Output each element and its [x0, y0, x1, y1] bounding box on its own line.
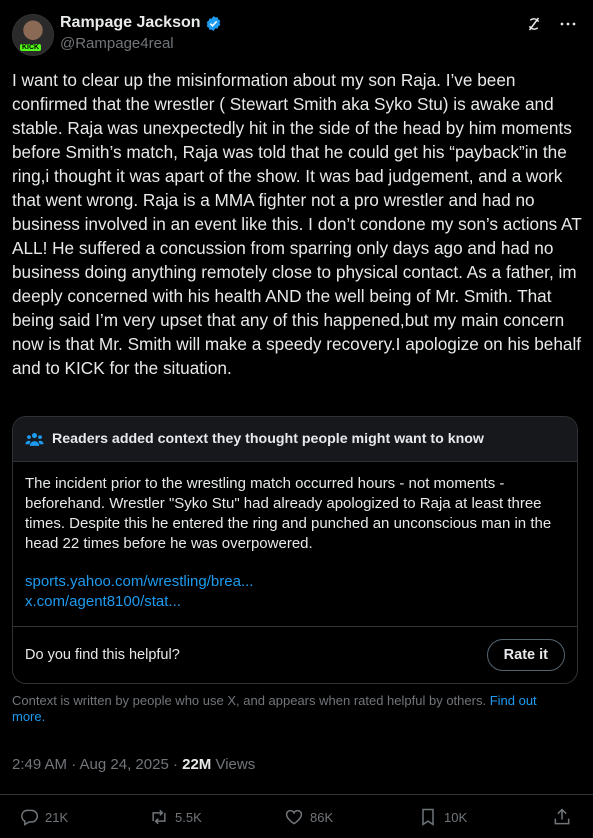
handle[interactable]: @Rampage4real — [60, 35, 174, 52]
grok-icon[interactable] — [525, 15, 543, 33]
header-icons — [525, 15, 577, 33]
community-note-text: The incident prior to the wrestling matc… — [25, 475, 552, 552]
community-note-footer: Do you find this helpful? Rate it — [13, 626, 577, 683]
community-note-links: sports.yahoo.com/wrestling/brea... x.com… — [25, 572, 565, 612]
source-link-x[interactable]: x.com/agent8100/stat... — [25, 592, 565, 612]
community-note-title: Readers added context they thought peopl… — [52, 431, 484, 447]
community-note-header: Readers added context they thought peopl… — [13, 417, 577, 462]
community-note-body: The incident prior to the wrestling matc… — [13, 462, 577, 612]
tweet-timestamp[interactable]: 2:49 AM · Aug 24, 2025 · — [12, 756, 182, 773]
views-label: Views — [211, 756, 256, 773]
tweet-header: KICK Rampage Jackson @Rampage4real — [12, 13, 581, 56]
helpful-question: Do you find this helpful? — [25, 647, 180, 663]
repost-count: 5.5K — [175, 809, 202, 825]
repost-button[interactable]: 5.5K — [149, 807, 202, 827]
like-count: 86K — [310, 809, 334, 825]
views-count: 22M — [182, 756, 212, 773]
name-row: Rampage Jackson — [60, 14, 222, 32]
share-button[interactable] — [552, 807, 572, 827]
disclaimer-text: Context is written by people who use X, … — [12, 693, 487, 708]
bookmark-button[interactable]: 10K — [418, 807, 467, 827]
reply-button[interactable]: 21K — [19, 807, 68, 827]
bookmark-count: 10K — [444, 809, 468, 825]
people-icon — [25, 432, 44, 446]
note-disclaimer: Context is written by people who use X, … — [12, 693, 572, 725]
repost-icon — [152, 809, 166, 825]
action-bar: 21K 5.5K 86K 10K — [0, 794, 593, 838]
heart-icon — [285, 809, 303, 825]
tweet-text: I want to clear up the misinformation ab… — [12, 70, 586, 378]
bookmark-icon — [422, 808, 434, 826]
community-note: Readers added context they thought peopl… — [12, 416, 578, 684]
like-button[interactable]: 86K — [284, 807, 333, 827]
rate-it-button[interactable]: Rate it — [486, 639, 565, 671]
tweet-meta: 2:49 AM · Aug 24, 2025 · 22M Views — [12, 756, 255, 773]
source-link-yahoo[interactable]: sports.yahoo.com/wrestling/brea... — [25, 572, 565, 592]
share-icon — [554, 808, 570, 825]
reply-count: 21K — [45, 809, 69, 825]
reply-icon — [21, 809, 39, 826]
avatar[interactable]: KICK — [12, 14, 54, 56]
avatar-badge: KICK — [20, 44, 42, 51]
display-name[interactable]: Rampage Jackson — [60, 14, 201, 32]
verified-badge-icon — [206, 15, 220, 31]
more-icon[interactable] — [559, 15, 577, 33]
